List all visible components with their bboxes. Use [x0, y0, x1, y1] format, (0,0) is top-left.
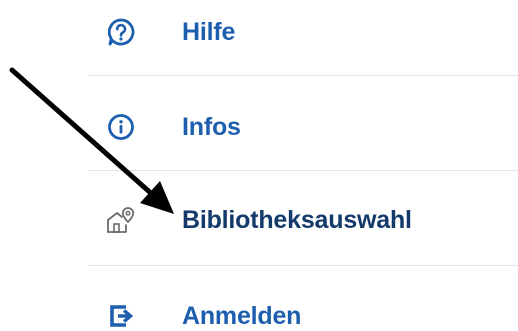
help-bubble-icon [104, 15, 138, 49]
menu-item-label-hilfe: Hilfe [182, 17, 236, 46]
divider [88, 75, 518, 76]
menu-item-bibliotheksauswahl[interactable]: Bibliotheksauswahl [88, 190, 518, 250]
menu-item-label-infos: Infos [182, 112, 241, 141]
divider [88, 265, 518, 266]
login-icon [104, 299, 138, 331]
menu-item-label-bibliotheksauswahl: Bibliotheksauswahl [182, 205, 412, 234]
page: Hilfe Infos Bibliotheksauswahl Anmelden [0, 0, 518, 331]
info-icon [104, 110, 138, 144]
menu-item-infos[interactable]: Infos [88, 97, 518, 157]
divider [88, 170, 518, 171]
library-location-icon [104, 203, 138, 237]
side-menu: Hilfe Infos Bibliotheksauswahl Anmelden [88, 0, 518, 331]
menu-item-label-anmelden: Anmelden [182, 301, 302, 330]
menu-item-anmelden[interactable]: Anmelden [88, 286, 518, 331]
menu-item-hilfe[interactable]: Hilfe [88, 2, 518, 62]
